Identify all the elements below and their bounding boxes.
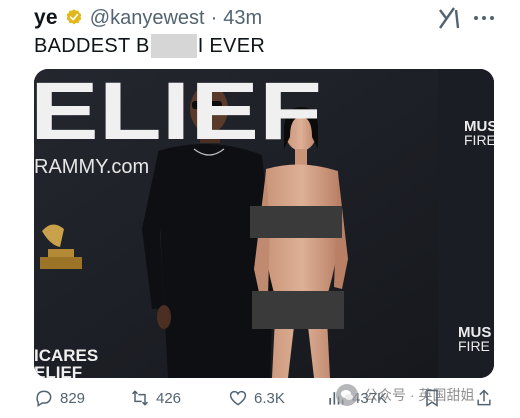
author-name[interactable]: ye: [34, 6, 58, 30]
backdrop-text-site: RAMMY.com: [34, 156, 149, 178]
tweet-header: ye @kanyewest · 43m: [34, 6, 262, 30]
wechat-icon: [336, 384, 358, 406]
reply-count: 829: [60, 389, 86, 407]
author-handle[interactable]: @kanyewest: [90, 7, 205, 30]
verified-icon: [66, 9, 82, 25]
share-button[interactable]: [474, 388, 494, 408]
grok-icon[interactable]: [436, 4, 464, 32]
watermark: 公众号 · 英国甜姐: [336, 384, 474, 406]
reply-button[interactable]: 829: [34, 388, 85, 408]
like-count: 6.3K: [254, 389, 285, 407]
retweet-icon: [131, 390, 149, 406]
like-icon: [229, 390, 247, 406]
separator-dot: ·: [210, 6, 218, 29]
watermark-text: 公众号 · 英国甜姐: [364, 387, 475, 403]
more-icon[interactable]: [474, 10, 498, 26]
retweet-count: 426: [156, 389, 182, 407]
censor-bar-upper: [250, 206, 342, 238]
censor-bar-lower: [252, 291, 344, 329]
text-censor-block: [150, 34, 197, 58]
timestamp[interactable]: 43m: [223, 7, 262, 30]
tweet-text-start: BADDEST B: [34, 34, 150, 57]
backdrop-text-top: ELIEF: [34, 69, 322, 157]
tweet-text: BADDEST B I EVER: [34, 34, 265, 58]
backdrop-text-bottom-2: ELIEF: [34, 363, 82, 378]
like-button[interactable]: 6.3K: [228, 388, 285, 408]
tweet-text-end: I EVER: [197, 34, 266, 57]
tweet-photo[interactable]: ELIEF RAMMY.com ICARES ELIEF MUS FIRE MU…: [34, 69, 494, 378]
share-icon: [477, 389, 491, 406]
side-text-top-2: FIRE: [464, 132, 494, 148]
side-text-bottom-2: FIRE: [458, 338, 490, 354]
reply-icon: [36, 390, 52, 407]
tweet: ye @kanyewest · 43m BADDEST B I EVER ELI…: [0, 0, 520, 418]
retweet-button[interactable]: 426: [130, 388, 181, 408]
